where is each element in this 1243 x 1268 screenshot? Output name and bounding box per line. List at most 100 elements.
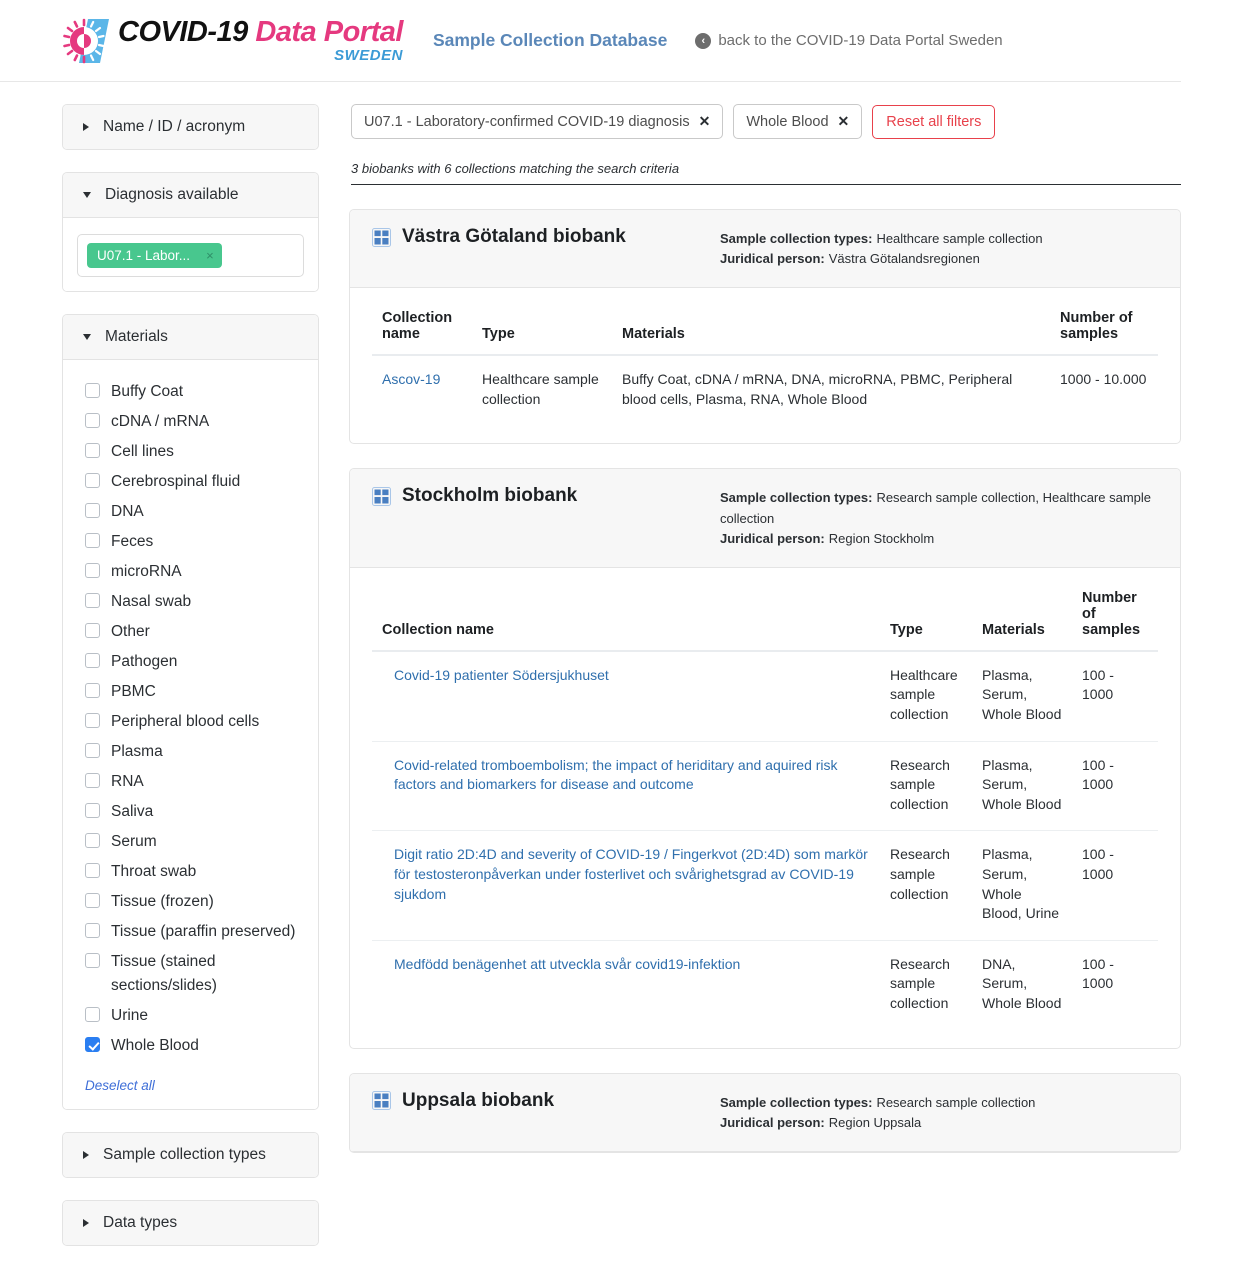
active-filter-chips: U07.1 - Laboratory-confirmed COVID-19 di… — [349, 104, 1181, 139]
material-checkbox-label: microRNA — [111, 560, 182, 584]
table-row: Covid-related tromboembolism; the impact… — [372, 741, 1158, 831]
checkbox-icon[interactable] — [85, 773, 100, 788]
page-title: Sample Collection Database — [433, 30, 667, 51]
collection-number-of-samples-cell: 100 - 1000 — [1072, 831, 1158, 940]
checkbox-icon[interactable] — [85, 653, 100, 668]
filter-panel-diagnosis-available: Diagnosis available U07.1 - Labor... × — [62, 172, 319, 292]
checkbox-icon[interactable] — [85, 413, 100, 428]
biobank-card-header: Västra Götaland biobankSample collection… — [350, 210, 1180, 288]
checkbox-icon[interactable] — [85, 713, 100, 728]
collection-name-link[interactable]: Digit ratio 2D:4D and severity of COVID-… — [394, 846, 868, 901]
filter-panel-sample-collection-types-header[interactable]: Sample collection types — [63, 1133, 318, 1177]
juridical-person-label: Juridical person: — [720, 1115, 825, 1130]
material-checkbox-row[interactable]: Cell lines — [85, 440, 302, 464]
reset-all-filters-button[interactable]: Reset all filters — [872, 105, 995, 139]
material-checkbox-row[interactable]: Saliva — [85, 800, 302, 824]
site-logo[interactable]: COVID-19 Data Portal SWEDEN — [62, 17, 403, 65]
filter-panel-name-id-acronym: Name / ID / acronym — [62, 104, 319, 150]
biobank-card-body: Collection nameTypeMaterialsNumber of sa… — [350, 568, 1180, 1048]
filter-panel-data-types-header[interactable]: Data types — [63, 1201, 318, 1245]
table-header-row: Collection nameTypeMaterialsNumber of sa… — [372, 574, 1158, 651]
collection-name-link[interactable]: Medfödd benägenhet att utveckla svår cov… — [394, 956, 740, 972]
collection-materials-cell: Buffy Coat, cDNA / mRNA, DNA, microRNA, … — [612, 355, 1050, 425]
material-checkbox-label: cDNA / mRNA — [111, 410, 209, 434]
checkbox-icon[interactable] — [85, 563, 100, 578]
filter-panel-materials-header[interactable]: Materials — [63, 315, 318, 360]
biobank-juridical-person: Juridical person:Region Uppsala — [720, 1113, 1035, 1133]
table-row: Ascov-19 Healthcare sample collectionBuff… — [372, 355, 1158, 425]
material-checkbox-row[interactable]: Peripheral blood cells — [85, 710, 302, 734]
back-arrow-circle-icon: ‹ — [695, 33, 711, 49]
material-checkbox-row[interactable]: DNA — [85, 500, 302, 524]
collection-type-cell: Healthcare sample collection — [472, 355, 612, 425]
diagnosis-tag-remove-icon[interactable]: × — [206, 248, 214, 263]
checkbox-icon[interactable] — [85, 623, 100, 638]
material-checkbox-label: RNA — [111, 770, 144, 794]
material-checkbox-row[interactable]: microRNA — [85, 560, 302, 584]
checkbox-icon[interactable] — [85, 923, 100, 938]
close-icon[interactable]: ✕ — [838, 113, 850, 130]
material-checkbox-row[interactable]: Buffy Coat — [85, 380, 302, 404]
checkbox-icon[interactable] — [85, 683, 100, 698]
chevron-right-icon — [83, 1219, 89, 1227]
chevron-right-icon — [83, 123, 89, 131]
filter-panel-data-types-label: Data types — [103, 1214, 177, 1232]
checkbox-icon[interactable] — [85, 803, 100, 818]
diagnosis-tag[interactable]: U07.1 - Labor... × — [87, 243, 222, 268]
column-header: Materials — [972, 574, 1072, 651]
checkbox-icon[interactable] — [85, 503, 100, 518]
checkbox-checked-icon[interactable] — [85, 1037, 100, 1052]
checkbox-icon[interactable] — [85, 473, 100, 488]
material-checkbox-row[interactable]: Nasal swab — [85, 590, 302, 614]
material-checkbox-row[interactable]: RNA — [85, 770, 302, 794]
biobank-card: Uppsala biobankSample collection types:R… — [349, 1073, 1181, 1153]
material-checkbox-row[interactable]: Whole Blood — [85, 1034, 302, 1058]
material-checkbox-row[interactable]: Pathogen — [85, 650, 302, 674]
collection-name-link[interactable]: Covid-19 patienter Södersjukhuset — [394, 667, 609, 683]
material-checkbox-row[interactable]: Plasma — [85, 740, 302, 764]
material-checkbox-row[interactable]: PBMC — [85, 680, 302, 704]
material-checkbox-row[interactable]: Tissue (paraffin preserved) — [85, 920, 302, 944]
checkbox-icon[interactable] — [85, 443, 100, 458]
collection-name-link[interactable]: Covid-related tromboembolism; the impact… — [394, 757, 838, 793]
sample-collection-types-label: Sample collection types: — [720, 1095, 872, 1110]
active-filter-chip-diagnosis[interactable]: U07.1 - Laboratory-confirmed COVID-19 di… — [351, 104, 723, 139]
biobank-juridical-person: Juridical person:Region Stockholm — [720, 529, 1158, 549]
diagnosis-tag-input[interactable]: U07.1 - Labor... × — [77, 234, 304, 277]
sample-collection-types-value: Research sample collection — [876, 1095, 1035, 1110]
checkbox-icon[interactable] — [85, 593, 100, 608]
active-filter-chip-material-label: Whole Blood — [746, 114, 828, 130]
checkbox-icon[interactable] — [85, 383, 100, 398]
material-checkbox-row[interactable]: Tissue (stained sections/slides) — [85, 950, 302, 998]
collection-name-cell: Ascov-19 — [372, 355, 472, 425]
filter-panel-diagnosis-available-header[interactable]: Diagnosis available — [63, 173, 318, 218]
active-filter-chip-material[interactable]: Whole Blood ✕ — [733, 104, 862, 139]
chevron-right-icon — [83, 1151, 89, 1159]
material-checkbox-row[interactable]: Feces — [85, 530, 302, 554]
material-checkbox-row[interactable]: Tissue (frozen) — [85, 890, 302, 914]
checkbox-icon[interactable] — [85, 1007, 100, 1022]
column-header: Collection name — [372, 294, 472, 355]
material-checkbox-label: Tissue (stained sections/slides) — [111, 950, 302, 998]
material-checkbox-row[interactable]: Throat swab — [85, 860, 302, 884]
material-checkbox-row[interactable]: Cerebrospinal fluid — [85, 470, 302, 494]
material-checkbox-row[interactable]: Serum — [85, 830, 302, 854]
collection-name-link[interactable]: Ascov-19 — [382, 371, 440, 387]
material-checkbox-row[interactable]: Urine — [85, 1004, 302, 1028]
biobank-sample-collection-types: Sample collection types:Research sample … — [720, 488, 1158, 528]
checkbox-icon[interactable] — [85, 953, 100, 968]
diagnosis-panel-body: U07.1 - Labor... × — [63, 218, 318, 291]
back-to-portal-link[interactable]: ‹ back to the COVID-19 Data Portal Swede… — [695, 32, 1002, 49]
material-checkbox-row[interactable]: cDNA / mRNA — [85, 410, 302, 434]
checkbox-icon[interactable] — [85, 743, 100, 758]
checkbox-icon[interactable] — [85, 863, 100, 878]
checkbox-icon[interactable] — [85, 833, 100, 848]
close-icon[interactable]: ✕ — [699, 113, 711, 130]
material-checkbox-row[interactable]: Other — [85, 620, 302, 644]
filter-sidebar: Name / ID / acronym Diagnosis available … — [62, 104, 319, 1268]
checkbox-icon[interactable] — [85, 533, 100, 548]
filter-panel-name-id-acronym-header[interactable]: Name / ID / acronym — [63, 105, 318, 149]
checkbox-icon[interactable] — [85, 893, 100, 908]
juridical-person-label: Juridical person: — [720, 251, 825, 266]
deselect-all-link[interactable]: Deselect all — [85, 1078, 155, 1093]
